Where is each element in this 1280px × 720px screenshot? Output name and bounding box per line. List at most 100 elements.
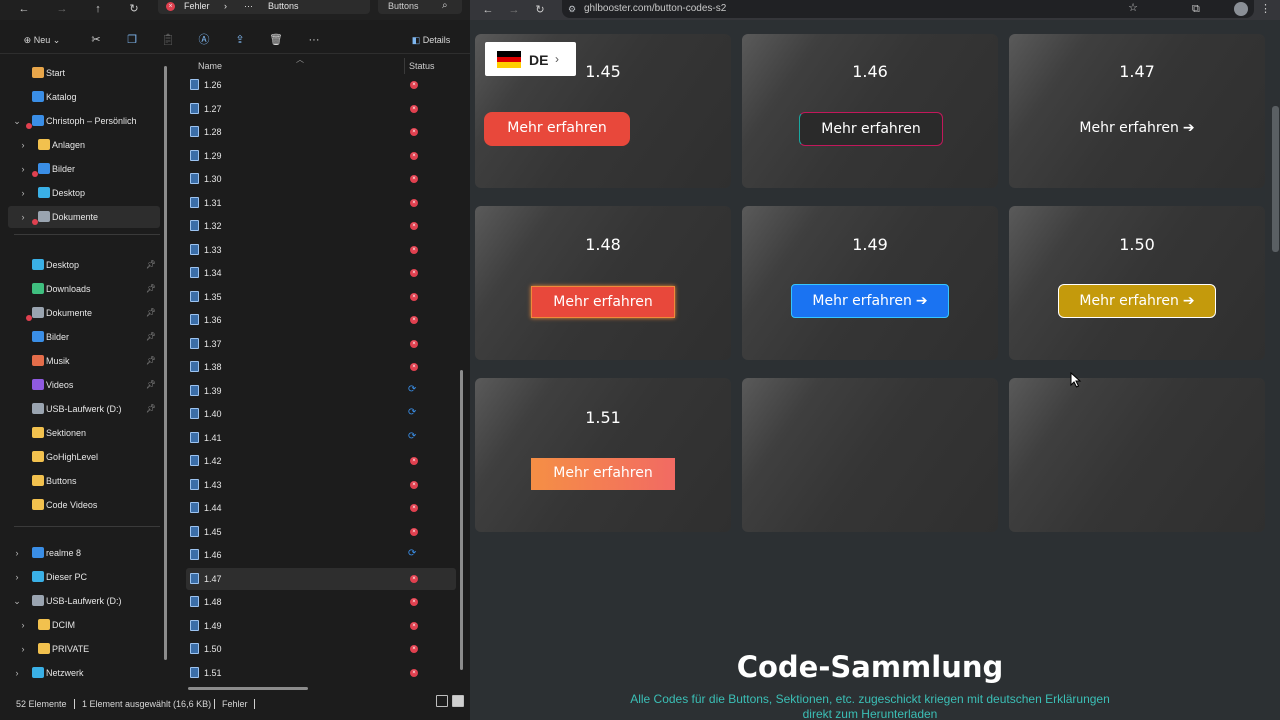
sidebar-item[interactable]: › Dieser PC <box>8 566 160 588</box>
mehr-erfahren-button[interactable]: Mehr erfahren ➔ <box>791 284 949 318</box>
sidebar-item[interactable]: Code Videos <box>8 494 160 516</box>
sidebar-item[interactable]: USB-Laufwerk (D:) 📌︎ <box>8 398 160 420</box>
file-row[interactable]: 1.35 × <box>186 286 456 308</box>
chevron-right-icon[interactable]: › <box>12 571 22 583</box>
site-settings-icon[interactable]: ⚙ <box>568 4 576 14</box>
back-arrow-icon[interactable]: ← <box>16 2 32 16</box>
mehr-erfahren-button[interactable]: Mehr erfahren ➔ <box>1058 284 1216 318</box>
mehr-erfahren-button[interactable]: Mehr erfahren <box>484 112 630 146</box>
sidebar-item[interactable]: › realme 8 <box>8 542 160 564</box>
sidebar-item[interactable]: › Dokumente <box>8 206 160 228</box>
file-row[interactable]: 1.33 × <box>186 239 456 261</box>
file-row[interactable]: 1.48 × <box>186 591 456 613</box>
tiles-view-icon[interactable] <box>452 695 464 707</box>
sidebar-item[interactable]: ⌄ Christoph – Persönlich <box>8 110 160 132</box>
sidebar-item[interactable]: Videos 📌︎ <box>8 374 160 396</box>
breadcrumb-current[interactable]: Buttons <box>268 0 299 12</box>
file-row[interactable]: 1.31 × <box>186 192 456 214</box>
address-bar[interactable]: × Fehler › ··· Buttons <box>158 0 370 14</box>
column-divider[interactable] <box>404 58 405 74</box>
navigation-scrollbar[interactable] <box>164 66 167 660</box>
sidebar-item[interactable]: › Netzwerk <box>8 662 160 684</box>
file-list-horizontal-scrollbar[interactable] <box>188 687 308 690</box>
file-row[interactable]: 1.27 × <box>186 98 456 120</box>
chevron-right-icon[interactable]: › <box>18 139 28 151</box>
chevron-right-icon[interactable]: › <box>18 187 28 199</box>
mehr-erfahren-button[interactable]: Mehr erfahren <box>531 458 675 490</box>
page-scrollbar[interactable] <box>1270 20 1280 720</box>
forward-arrow-icon[interactable]: → <box>506 2 522 18</box>
url-bar[interactable]: ⚙ ghlbooster.com/button-codes-s2 ☆ <box>562 0 1254 18</box>
sidebar-item[interactable]: › Desktop <box>8 182 160 204</box>
file-row[interactable]: 1.40 ⟳ <box>186 403 456 425</box>
language-switcher[interactable]: DE › <box>485 42 576 76</box>
chevron-right-icon[interactable]: › <box>18 211 28 223</box>
sidebar-item[interactable]: GoHighLevel <box>8 446 160 468</box>
explorer-search-input[interactable]: Buttons ⌕ <box>378 0 462 14</box>
chevron-right-icon[interactable]: › <box>12 667 22 679</box>
file-row[interactable]: 1.47 × <box>186 567 456 590</box>
chevron-down-icon[interactable]: ⌄ <box>12 595 22 607</box>
file-row[interactable]: 1.30 × <box>186 168 456 190</box>
file-row[interactable]: 1.51 × <box>186 662 456 684</box>
sidebar-item[interactable]: › PRIVATE <box>8 638 160 660</box>
file-row[interactable]: 1.34 × <box>186 262 456 284</box>
file-row[interactable]: 1.46 ⟳ <box>186 544 456 566</box>
file-row[interactable]: 1.44 × <box>186 497 456 519</box>
sidebar-item[interactable]: › DCIM <box>8 614 160 636</box>
share-icon[interactable]: ⇪ <box>232 32 248 48</box>
copy-icon[interactable]: ❐ <box>124 32 140 48</box>
column-header-name[interactable]: Name <box>198 60 222 72</box>
breadcrumb-folder[interactable]: Fehler <box>184 0 210 12</box>
sidebar-item[interactable]: Sektionen <box>8 422 160 444</box>
file-row[interactable]: 1.50 × <box>186 638 456 660</box>
new-button[interactable]: ⊕ Neu ⌄ <box>18 32 66 48</box>
chevron-right-icon[interactable]: › <box>18 163 28 175</box>
column-header-status[interactable]: Status <box>409 60 435 72</box>
details-view-icon[interactable] <box>436 695 448 707</box>
scrollbar-thumb[interactable] <box>1272 106 1279 252</box>
sidebar-item[interactable]: ⌄ USB-Laufwerk (D:) <box>8 590 160 612</box>
paste-icon[interactable]: 📋︎ <box>160 32 176 48</box>
breadcrumb-ellipsis[interactable]: ··· <box>244 0 253 12</box>
browser-menu-icon[interactable]: ⋮ <box>1260 2 1271 16</box>
file-row[interactable]: 1.36 × <box>186 309 456 331</box>
profile-avatar[interactable] <box>1234 2 1248 16</box>
file-row[interactable]: 1.42 × <box>186 450 456 472</box>
mehr-erfahren-button[interactable]: Mehr erfahren <box>531 286 675 318</box>
file-row[interactable]: 1.26 × <box>186 74 456 96</box>
pin-icon[interactable]: 📌︎ <box>146 260 156 270</box>
file-row[interactable]: 1.49 × <box>186 615 456 637</box>
sidebar-item[interactable]: Buttons <box>8 470 160 492</box>
sidebar-item[interactable]: Desktop 📌︎ <box>8 254 160 276</box>
up-arrow-icon[interactable]: ↑ <box>90 2 106 16</box>
chevron-down-icon[interactable]: ⌄ <box>12 115 22 127</box>
file-row[interactable]: 1.29 × <box>186 145 456 167</box>
more-options-icon[interactable]: ··· <box>304 32 324 48</box>
pin-icon[interactable]: 📌︎ <box>146 332 156 342</box>
pin-icon[interactable]: 📌︎ <box>146 380 156 390</box>
forward-arrow-icon[interactable]: → <box>54 2 70 16</box>
file-row[interactable]: 1.37 × <box>186 333 456 355</box>
file-row[interactable]: 1.43 × <box>186 474 456 496</box>
extensions-icon[interactable]: ⧉ <box>1192 2 1200 16</box>
sidebar-item[interactable]: Start <box>8 62 160 84</box>
details-button[interactable]: ◧ Details <box>404 32 458 48</box>
chevron-right-icon[interactable]: › <box>18 619 28 631</box>
pin-icon[interactable]: 📌︎ <box>146 284 156 294</box>
sidebar-item[interactable]: › Bilder <box>8 158 160 180</box>
chevron-right-icon[interactable]: › <box>18 643 28 655</box>
pin-icon[interactable]: 📌︎ <box>146 308 156 318</box>
sidebar-item[interactable]: Dokumente 📌︎ <box>8 302 160 324</box>
chevron-right-icon[interactable]: › <box>12 547 22 559</box>
delete-icon[interactable]: 🗑︎ <box>268 32 284 48</box>
bookmark-star-icon[interactable]: ☆ <box>1128 2 1138 15</box>
sidebar-item[interactable]: › Anlagen <box>8 134 160 156</box>
file-row[interactable]: 1.39 ⟳ <box>186 380 456 402</box>
sidebar-item[interactable]: Bilder 📌︎ <box>8 326 160 348</box>
file-list-vertical-scrollbar[interactable] <box>460 370 463 670</box>
file-row[interactable]: 1.28 × <box>186 121 456 143</box>
file-row[interactable]: 1.45 × <box>186 521 456 543</box>
mehr-erfahren-button[interactable]: Mehr erfahren ➔ <box>1062 112 1212 146</box>
back-arrow-icon[interactable]: ← <box>480 2 496 18</box>
